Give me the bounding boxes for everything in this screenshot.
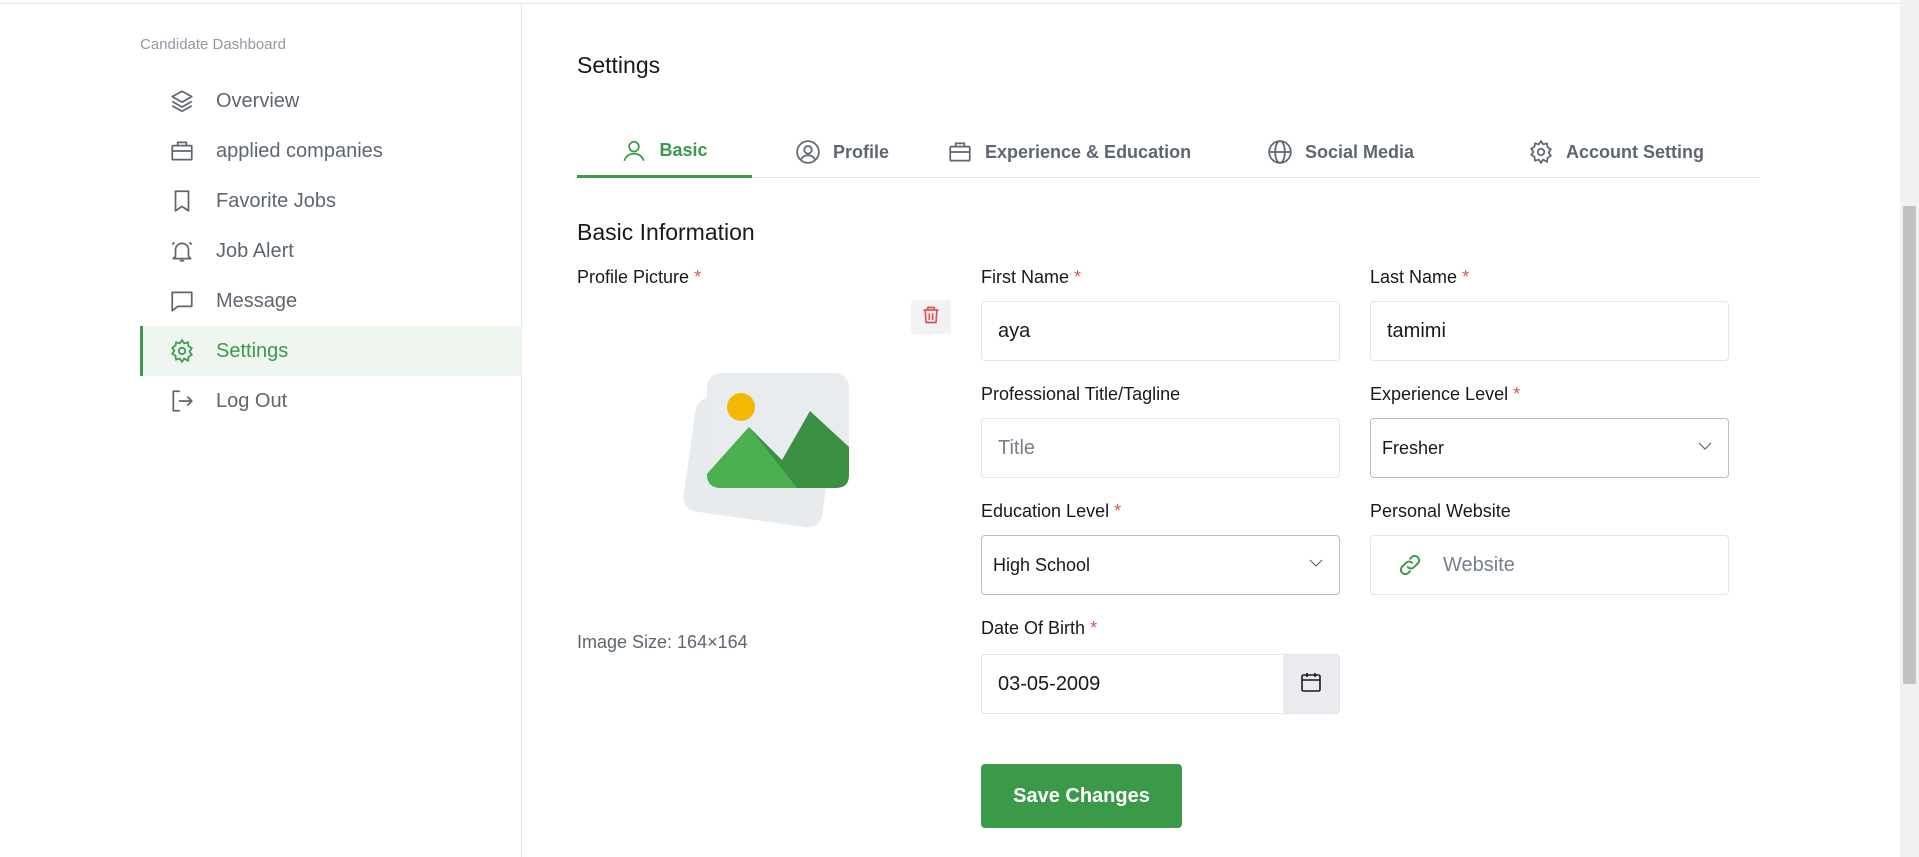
experience-level-value: Fresher — [1382, 437, 1445, 458]
message-icon — [168, 287, 196, 315]
chevron-down-icon — [1696, 437, 1714, 460]
trash-icon — [921, 304, 941, 331]
sidebar-item-label: Favorite Jobs — [216, 189, 337, 212]
save-changes-button[interactable]: Save Changes — [981, 764, 1182, 828]
experience-level-select[interactable]: Fresher — [1370, 418, 1729, 478]
calendar-button[interactable] — [1283, 654, 1340, 714]
first-name-label: First Name * — [981, 267, 1082, 287]
tab-experience-education[interactable]: Experience & Education — [947, 126, 1191, 178]
sidebar-heading: Candidate Dashboard — [140, 36, 286, 53]
sidebar-item-favorite-jobs[interactable]: Favorite Jobs — [140, 176, 522, 226]
date-of-birth-label: Date Of Birth * — [981, 618, 1098, 638]
sidebar-item-applied-companies[interactable]: applied companies — [140, 126, 522, 176]
education-level-select[interactable]: High School — [981, 535, 1340, 595]
tab-label: Profile — [833, 141, 890, 162]
link-icon — [1397, 552, 1423, 578]
profile-picture-label: Profile Picture * — [577, 267, 702, 287]
sidebar-item-label: applied companies — [216, 139, 383, 162]
education-level-label: Education Level * — [981, 501, 1122, 521]
required-mark: * — [1114, 501, 1122, 521]
sidebar-item-logout[interactable]: Log Out — [140, 376, 522, 426]
section-title: Basic Information — [577, 219, 755, 245]
profile-picture-placeholder[interactable] — [677, 365, 867, 540]
sidebar: Candidate Dashboard Overview applied com… — [0, 4, 522, 857]
required-mark: * — [694, 267, 702, 287]
personal-website-label: Personal Website — [1370, 501, 1511, 521]
sidebar-item-message[interactable]: Message — [140, 276, 522, 326]
required-mark: * — [1090, 618, 1098, 638]
first-name-field[interactable]: aya — [981, 301, 1340, 361]
globe-icon — [1267, 139, 1293, 165]
image-size-hint: Image Size: 164×164 — [577, 632, 748, 652]
required-mark: * — [1513, 384, 1521, 404]
sidebar-item-overview[interactable]: Overview — [140, 76, 522, 126]
tab-social-media[interactable]: Social Media — [1267, 126, 1414, 178]
user-icon — [621, 138, 647, 164]
sidebar-item-label: Log Out — [216, 389, 288, 412]
required-mark: * — [1074, 267, 1082, 287]
sidebar-item-label: Message — [216, 289, 298, 312]
chevron-down-icon — [1307, 554, 1325, 577]
date-of-birth-field[interactable]: 03-05-2009 — [981, 654, 1284, 714]
professional-title-field[interactable]: Title — [981, 418, 1340, 478]
scrollbar[interactable] — [1900, 0, 1919, 857]
user-circle-icon — [795, 139, 821, 165]
calendar-icon — [1299, 670, 1323, 699]
sidebar-item-settings[interactable]: Settings — [140, 326, 522, 376]
tab-account-setting[interactable]: Account Setting — [1528, 126, 1704, 178]
gear-icon — [1528, 139, 1554, 165]
required-mark: * — [1462, 267, 1470, 287]
professional-title-label: Professional Title/Tagline — [981, 384, 1181, 404]
sidebar-item-label: Overview — [216, 89, 300, 112]
layers-icon — [168, 87, 196, 115]
personal-website-field[interactable]: Website — [1370, 535, 1729, 595]
bookmark-icon — [168, 187, 196, 215]
tab-label: Social Media — [1305, 141, 1415, 162]
last-name-label: Last Name * — [1370, 267, 1470, 287]
sidebar-item-label: Settings — [216, 339, 289, 362]
gear-icon — [168, 337, 196, 365]
education-level-value: High School — [993, 554, 1091, 575]
delete-picture-button[interactable] — [911, 300, 951, 334]
tab-profile[interactable]: Profile — [795, 126, 889, 178]
experience-level-label: Experience Level * — [1370, 384, 1521, 404]
tab-label: Basic — [659, 140, 708, 160]
sidebar-nav: Overview applied companies Favorite Jobs… — [140, 76, 522, 426]
page-title: Settings — [577, 52, 661, 78]
bell-icon — [168, 237, 196, 265]
tab-label: Account Setting — [1566, 141, 1704, 162]
scrollbar-thumb[interactable] — [1903, 206, 1916, 684]
tab-basic[interactable]: Basic — [577, 126, 752, 178]
settings-tabs: Basic Profile Experience & Education Soc… — [577, 126, 1760, 178]
sidebar-item-job-alert[interactable]: Job Alert — [140, 226, 522, 276]
briefcase-icon — [168, 137, 196, 165]
briefcase-icon — [947, 139, 973, 165]
sidebar-item-label: Job Alert — [216, 239, 294, 262]
tab-label: Experience & Education — [985, 141, 1192, 162]
logout-icon — [168, 387, 196, 415]
last-name-field[interactable]: tamimi — [1370, 301, 1729, 361]
website-placeholder: Website — [1443, 553, 1515, 576]
